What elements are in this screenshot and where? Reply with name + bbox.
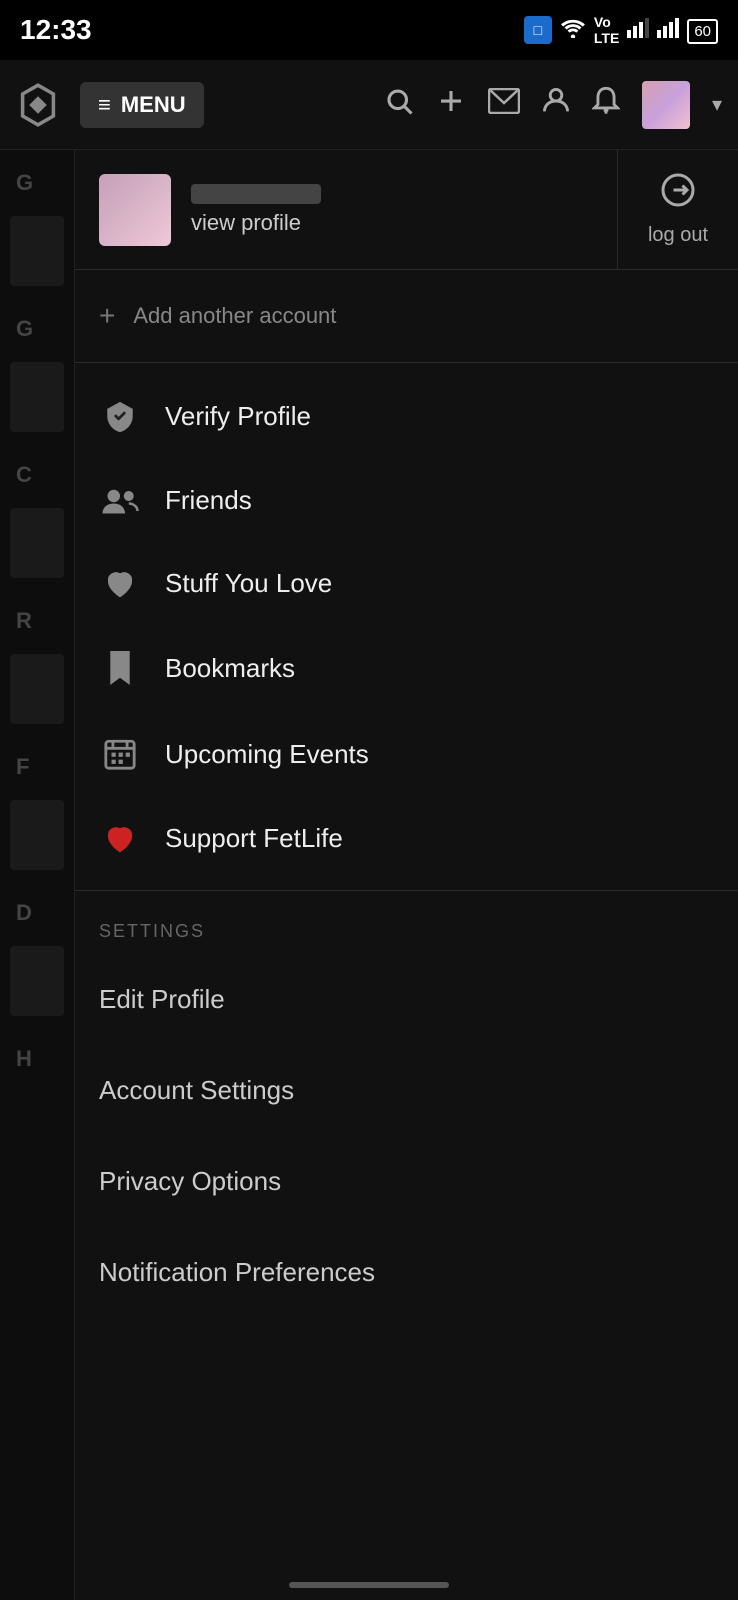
mail-icon[interactable]: [488, 88, 520, 121]
bg-divider-3: [10, 508, 64, 578]
bg-letter-f: F: [0, 734, 74, 800]
signal-icon: [657, 18, 679, 43]
account-settings-label: Account Settings: [99, 1075, 294, 1106]
profile-info: view profile: [191, 184, 321, 236]
menu-item-upcoming-events[interactable]: Upcoming Events: [75, 711, 738, 797]
menu-item-verify-profile[interactable]: Verify Profile: [75, 373, 738, 459]
top-nav: ≡ MENU: [0, 60, 738, 150]
friends-icon: [99, 486, 141, 516]
bg-letter-g: G: [0, 150, 74, 216]
bg-letter-h: H: [0, 1026, 74, 1092]
profile-icon[interactable]: [542, 86, 570, 123]
profile-avatar: [99, 174, 171, 246]
wifi-icon: [560, 18, 586, 43]
status-bar: 12:33 □ VoLTE 60: [0, 0, 738, 60]
add-account-icon: +: [99, 300, 115, 332]
upcoming-events-label: Upcoming Events: [165, 739, 369, 770]
bg-divider-1: [10, 216, 64, 286]
settings-item-account-settings[interactable]: Account Settings: [75, 1045, 738, 1136]
edit-profile-label: Edit Profile: [99, 984, 225, 1015]
logout-label: log out: [648, 224, 708, 247]
menu-lines-icon: ≡: [98, 92, 111, 118]
avatar-image: [642, 81, 690, 129]
bg-letter-g2: G: [0, 296, 74, 362]
settings-item-notification-preferences[interactable]: Notification Preferences: [75, 1227, 738, 1318]
navigation-drawer: view profile log out + Add another accou…: [75, 150, 738, 1600]
bg-divider-6: [10, 946, 64, 1016]
view-profile-button[interactable]: view profile: [75, 150, 618, 269]
view-profile-label: view profile: [191, 210, 321, 236]
menu-item-support-fetlife[interactable]: Support FetLife: [75, 797, 738, 880]
stuff-you-love-label: Stuff You Love: [165, 568, 332, 599]
bookmarks-icon: [99, 651, 141, 685]
notification-badge: □: [524, 16, 552, 44]
bg-divider-5: [10, 800, 64, 870]
menu-items-list: Verify Profile Friends Stuff You Love: [75, 363, 738, 891]
logo: [16, 83, 60, 127]
profile-section: view profile log out: [75, 150, 738, 270]
add-icon[interactable]: [436, 86, 466, 123]
settings-section: SETTINGS Edit Profile Account Settings P…: [75, 891, 738, 1318]
menu-item-friends[interactable]: Friends: [75, 459, 738, 542]
upcoming-events-icon: [99, 737, 141, 771]
profile-avatar-image: [99, 174, 171, 246]
user-avatar[interactable]: [642, 81, 690, 129]
profile-name-blurred: [191, 184, 321, 204]
add-account-button[interactable]: + Add another account: [75, 270, 738, 363]
add-account-label: Add another account: [133, 303, 336, 329]
settings-item-edit-profile[interactable]: Edit Profile: [75, 954, 738, 1045]
logout-icon: [660, 172, 696, 216]
bookmarks-label: Bookmarks: [165, 653, 295, 684]
bg-divider-4: [10, 654, 64, 724]
bg-divider-2: [10, 362, 64, 432]
menu-item-stuff-you-love[interactable]: Stuff You Love: [75, 542, 738, 625]
menu-button[interactable]: ≡ MENU: [80, 82, 204, 128]
chevron-down-icon[interactable]: ▾: [712, 92, 722, 117]
battery-icon: 60: [687, 20, 718, 41]
menu-label: MENU: [121, 92, 186, 118]
volte-label: VoLTE: [594, 14, 619, 46]
menu-item-bookmarks[interactable]: Bookmarks: [75, 625, 738, 711]
support-fetlife-icon: [99, 824, 141, 854]
notification-icon: □: [524, 16, 552, 44]
status-icons: □ VoLTE 60: [524, 14, 718, 46]
logout-button[interactable]: log out: [618, 150, 738, 269]
privacy-options-label: Privacy Options: [99, 1166, 281, 1197]
nav-icons: ▾: [384, 81, 722, 129]
support-fetlife-label: Support FetLife: [165, 823, 343, 854]
bg-letter-c: C: [0, 442, 74, 508]
bell-icon[interactable]: [592, 86, 620, 123]
settings-item-privacy-options[interactable]: Privacy Options: [75, 1136, 738, 1227]
home-indicator: [289, 1582, 449, 1588]
settings-header: SETTINGS: [75, 891, 738, 954]
bg-letter-d: D: [0, 880, 74, 946]
notification-preferences-label: Notification Preferences: [99, 1257, 375, 1288]
bg-letter-r: R: [0, 588, 74, 654]
verify-profile-icon: [99, 399, 141, 433]
stuff-you-love-icon: [99, 569, 141, 599]
verify-profile-label: Verify Profile: [165, 401, 311, 432]
signal-r-icon: [627, 18, 649, 43]
friends-label: Friends: [165, 485, 252, 516]
search-icon[interactable]: [384, 86, 414, 123]
status-time: 12:33: [20, 14, 92, 46]
background-sidebar: G G C R F D H: [0, 150, 75, 1600]
